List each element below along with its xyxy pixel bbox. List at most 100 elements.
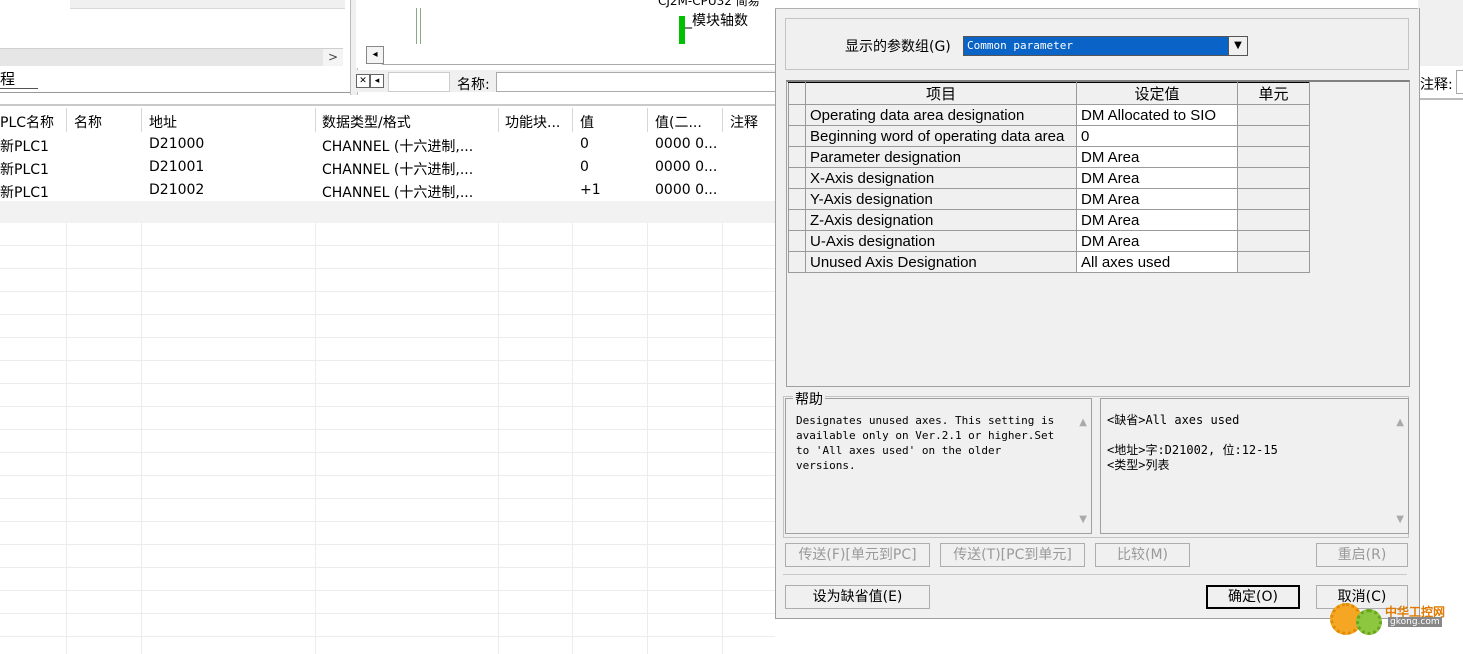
param-group-value: Common parameter	[967, 39, 1073, 52]
param-item: Beginning word of operating data area	[805, 125, 1077, 147]
header-index	[788, 82, 806, 105]
cell-data-type: CHANNEL (十六进制,...	[322, 139, 474, 155]
transfer-unit-to-pc-button[interactable]: 传送(F)[单元到PC]	[785, 543, 930, 567]
grid-line	[498, 223, 499, 654]
param-item: Unused Axis Designation	[805, 251, 1077, 273]
help-type: <类型>列表	[1107, 458, 1170, 472]
close-icon[interactable]: ✕	[356, 74, 370, 88]
param-row[interactable]: Y-Axis designation DM Area	[788, 188, 1310, 210]
name-input[interactable]	[496, 72, 778, 92]
column-separator	[141, 108, 142, 132]
chevron-down-icon[interactable]: ▼	[1228, 37, 1247, 55]
row-index	[788, 230, 806, 252]
column-plc-name[interactable]: PLC名称	[0, 112, 54, 132]
column-comment[interactable]: 注释	[730, 112, 758, 132]
table-row[interactable]: 新PLC1 D21000 CHANNEL (十六进制,... 0 0000 0.…	[0, 133, 775, 156]
name-label: 名称:	[457, 77, 490, 93]
restart-button[interactable]: 重启(R)	[1316, 543, 1408, 567]
grid-line	[0, 521, 800, 522]
grid-line	[722, 223, 723, 654]
param-value[interactable]: 0	[1076, 125, 1238, 147]
param-item: Parameter designation	[805, 146, 1077, 168]
param-row[interactable]: Parameter designation DM Area	[788, 146, 1310, 168]
column-name[interactable]: 名称	[74, 112, 102, 132]
address-field[interactable]	[388, 72, 450, 92]
param-row[interactable]: Z-Axis designation DM Area	[788, 209, 1310, 231]
param-row[interactable]: Unused Axis Designation All axes used	[788, 251, 1310, 273]
param-value[interactable]: DM Area	[1076, 188, 1238, 210]
help-description-box[interactable]: Designates unused axes. This setting is …	[785, 398, 1092, 534]
scroll-down-icon[interactable]: ▼	[1396, 514, 1404, 525]
param-value[interactable]: DM Area	[1076, 167, 1238, 189]
param-unit	[1237, 125, 1310, 147]
transfer-pc-to-unit-button[interactable]: 传送(T)[PC到单元]	[940, 543, 1085, 567]
param-item: Z-Axis designation	[805, 209, 1077, 231]
note-input[interactable]	[1456, 70, 1463, 94]
header-item: 项目	[805, 82, 1077, 105]
help-details-box[interactable]: <缺省>All axes used <地址>字:D21002, 位:12-15 <类…	[1100, 398, 1409, 534]
ok-button[interactable]: 确定(O)	[1206, 585, 1300, 609]
cpu-label: CJ2M-CPU32 简易	[658, 0, 760, 8]
table-row[interactable]: 新PLC1 D21002 CHANNEL (十六进制,... +1 0000 0…	[0, 179, 775, 202]
grid-line	[66, 223, 67, 654]
param-row[interactable]: X-Axis designation DM Area	[788, 167, 1310, 189]
watermark-en: gkong.com	[1388, 617, 1442, 627]
column-value[interactable]: 值	[580, 112, 594, 132]
param-unit	[1237, 251, 1310, 273]
scroll-right-arrow-icon[interactable]: >	[323, 49, 343, 66]
column-data-type[interactable]: 数据类型/格式	[322, 112, 411, 132]
param-value[interactable]: DM Area	[1076, 146, 1238, 168]
grid-line	[572, 223, 573, 654]
header-unit: 单元	[1237, 82, 1310, 105]
param-row[interactable]: U-Axis designation DM Area	[788, 230, 1310, 252]
scroll-left-icon[interactable]: ◂	[370, 74, 384, 88]
tab-underline	[0, 88, 38, 89]
column-function-block[interactable]: 功能块...	[505, 112, 560, 132]
param-value[interactable]: All axes used	[1076, 251, 1238, 273]
cell-data-type: CHANNEL (十六进制,...	[322, 162, 474, 178]
param-unit	[1237, 146, 1310, 168]
grid-line	[141, 223, 142, 654]
help-description: Designates unused axes. This setting is …	[796, 414, 1061, 472]
set-default-button[interactable]: 设为缺省值(E)	[785, 585, 930, 609]
grid-line	[0, 544, 800, 545]
header-value: 设定值	[1076, 82, 1238, 105]
grid-line	[0, 268, 800, 269]
param-group-select[interactable]: Common parameter ▼	[963, 36, 1248, 56]
param-row[interactable]: Operating data area designation DM Alloc…	[788, 104, 1310, 126]
param-value[interactable]: DM Area	[1076, 209, 1238, 231]
param-row[interactable]: Beginning word of operating data area 0	[788, 125, 1310, 147]
scroll-left-arrow-icon[interactable]: ◂	[366, 46, 384, 64]
param-group-label: 显示的参数组(G)	[845, 39, 951, 55]
param-value[interactable]: DM Area	[1076, 230, 1238, 252]
param-table: 项目 设定值 单元 Operating data area designatio…	[788, 82, 1310, 273]
help-address: <地址>字:D21002, 位:12-15	[1107, 443, 1278, 457]
cell-value-binary: 0000 0...	[655, 136, 718, 152]
scroll-down-icon[interactable]: ▼	[1079, 514, 1087, 525]
cell-value-binary: 0000 0...	[655, 159, 718, 175]
help-default: <缺省>All axes used	[1107, 413, 1240, 427]
compare-button[interactable]: 比较(M)	[1095, 543, 1190, 567]
diagram-scroll-track	[382, 64, 776, 65]
tab-program[interactable]: 程	[0, 68, 15, 89]
row-index	[788, 251, 806, 273]
param-table-header: 项目 设定值 单元	[788, 82, 1310, 105]
empty-grid[interactable]	[0, 223, 800, 654]
param-item: Operating data area designation	[805, 104, 1077, 126]
gear-icon	[1356, 609, 1382, 635]
scroll-up-icon[interactable]: ▲	[1079, 417, 1087, 428]
cell-value: 0	[580, 159, 589, 175]
param-unit	[1237, 230, 1310, 252]
scroll-up-icon[interactable]: ▲	[1396, 417, 1404, 428]
column-value-binary[interactable]: 值(二...	[655, 112, 702, 132]
column-separator	[66, 108, 67, 132]
row-index	[788, 146, 806, 168]
param-value[interactable]: DM Allocated to SIO	[1076, 104, 1238, 126]
project-tree-bottom	[70, 0, 345, 9]
right-divider	[1418, 98, 1463, 100]
column-address[interactable]: 地址	[149, 112, 177, 132]
grid-line	[0, 613, 800, 614]
table-row[interactable]: 新PLC1 D21001 CHANNEL (十六进制,... 0 0000 0.…	[0, 156, 775, 179]
horizontal-scrollbar[interactable]: >	[0, 48, 343, 66]
grid-line	[0, 567, 800, 568]
